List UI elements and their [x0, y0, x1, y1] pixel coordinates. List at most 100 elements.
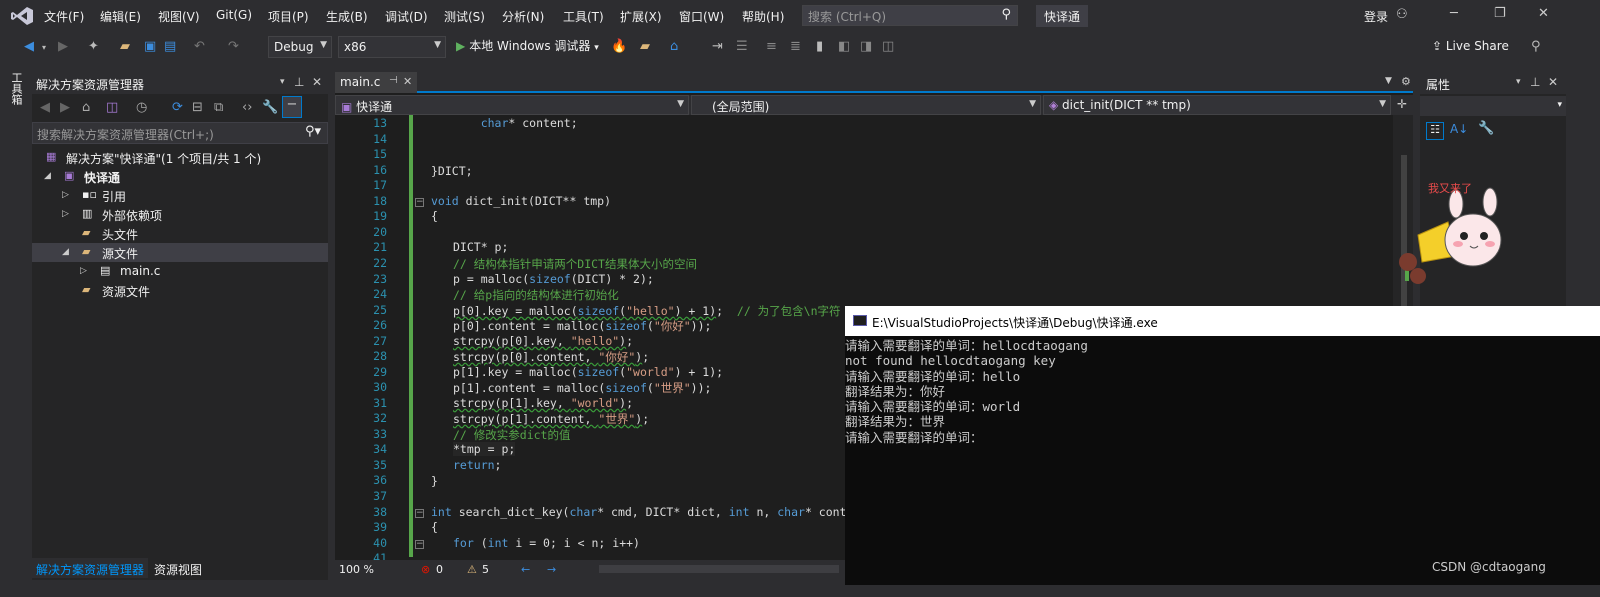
menu-window[interactable]: 窗口(W) [679, 8, 724, 25]
tree-item-solution[interactable]: ▦ 解决方案"快译通"(1 个项目/共 1 个) [32, 148, 328, 167]
uncomment-icon[interactable]: ≣ [790, 39, 801, 54]
step-icon[interactable]: ⇥ [712, 39, 723, 54]
undo-icon[interactable]: ↶ [194, 39, 205, 54]
console-title-bar[interactable]: E:\VisualStudioProjects\快译通\Debug\快译通.ex… [845, 306, 1600, 336]
console-window[interactable]: E:\VisualStudioProjects\快译通\Debug\快译通.ex… [845, 306, 1600, 585]
error-count[interactable]: 0 [436, 563, 443, 576]
switch-views-icon[interactable]: ◫ [106, 100, 118, 115]
prev-bookmark-icon[interactable]: ◧ [838, 39, 850, 54]
menu-help[interactable]: 帮助(H) [742, 8, 784, 25]
tree-item-main-c[interactable]: ▷ ▤ main.c [32, 262, 328, 281]
feedback-icon[interactable]: ⚲ [1531, 39, 1541, 54]
pin-icon[interactable]: ⊣ [389, 75, 398, 86]
tree-item-header-files[interactable]: ▰ 头文件 [32, 224, 328, 243]
member-select[interactable]: ◈ dict_init(DICT ** tmp) ▼ [1043, 95, 1391, 115]
menu-build[interactable]: 生成(B) [326, 8, 368, 25]
menu-tools[interactable]: 工具(T) [563, 8, 604, 25]
menu-view[interactable]: 视图(V) [158, 8, 200, 25]
show-all-files-icon[interactable]: ⧉ [214, 100, 223, 115]
fold-icon[interactable]: − [415, 198, 424, 207]
split-icon[interactable]: ✛ [1397, 97, 1407, 111]
minimize-icon[interactable]: ─ [1450, 6, 1458, 21]
hot-reload-icon[interactable]: 🔥 [611, 39, 627, 54]
preview-selected-icon[interactable]: − [282, 96, 302, 118]
indent-icon[interactable]: ☰ [736, 39, 748, 54]
menu-file[interactable]: 文件(F) [44, 8, 84, 25]
tree-item-references[interactable]: ▷ ▪▫ 引用 [32, 186, 328, 205]
live-share-button[interactable]: ⇪ Live Share [1432, 39, 1509, 53]
warning-count[interactable]: 5 [482, 563, 489, 576]
collapsed-icon[interactable]: ▷ [80, 266, 87, 276]
close-tab-icon[interactable]: ✕ [403, 75, 412, 88]
categorized-icon[interactable]: ☷ [1426, 122, 1444, 140]
menu-git[interactable]: Git(G) [216, 8, 252, 22]
pin-icon[interactable]: ⊥ [1530, 75, 1540, 89]
properties-wrench-icon[interactable]: 🔧 [262, 100, 278, 115]
redo-icon[interactable]: ↷ [228, 39, 239, 54]
solution-search-input[interactable]: 搜索解决方案资源管理器(Ctrl+;) ⚲▾ [32, 122, 328, 144]
close-icon[interactable]: ✕ [1548, 75, 1558, 89]
tab-resource-view[interactable]: 资源视图 [150, 558, 206, 581]
solution-view-icon[interactable]: ⌂ [670, 39, 678, 54]
console-output[interactable]: 请输入需要翻译的单词：hellocdtaogang not found hell… [845, 336, 1600, 585]
next-issue-icon[interactable]: → [547, 563, 556, 576]
search-input[interactable]: 搜索 (Ctrl+Q) ⚲ [802, 5, 1018, 26]
toolbox-tab[interactable]: 工具箱 [8, 72, 24, 105]
menu-project[interactable]: 项目(P) [268, 8, 309, 25]
open-folder-icon[interactable]: ▰ [120, 39, 130, 54]
pending-changes-icon[interactable]: ◷ [136, 100, 147, 115]
collapsed-icon[interactable]: ▷ [62, 190, 69, 200]
fold-icon[interactable]: − [415, 509, 424, 518]
pin-icon[interactable]: ⊥ [294, 75, 304, 89]
tab-solution-explorer[interactable]: 解决方案资源管理器 [32, 558, 149, 578]
forward-icon[interactable]: ▶ [58, 39, 68, 54]
configuration-select[interactable]: Debug ▼ [268, 36, 332, 58]
menu-analyze[interactable]: 分析(N) [502, 8, 544, 25]
zoom-level[interactable]: 100 % [339, 563, 374, 576]
horizontal-scrollbar[interactable] [599, 565, 839, 573]
back-icon[interactable]: ◀ [40, 100, 50, 115]
restore-icon[interactable]: ❐ [1494, 6, 1506, 21]
run-debugger-button[interactable]: ▶ 本地 Windows 调试器 ▾ [456, 37, 599, 54]
bookmark-icon[interactable]: ▮ [816, 39, 823, 54]
object-select[interactable]: ▾ [1420, 96, 1566, 116]
find-in-files-icon[interactable]: ▰ [640, 39, 650, 54]
code-icon[interactable]: ‹› [242, 100, 252, 115]
platform-select[interactable]: x86 ▼ [338, 36, 446, 58]
scope-select[interactable]: (全局范围) ▼ [691, 95, 1041, 115]
prev-issue-icon[interactable]: ← [521, 563, 530, 576]
tree-item-project[interactable]: ◢ ▣ 快译通 [32, 167, 328, 186]
account-icon[interactable]: ⚇ [1396, 7, 1408, 22]
property-pages-icon[interactable]: 🔧 [1478, 121, 1494, 136]
menu-extensions[interactable]: 扩展(X) [620, 8, 662, 25]
alphabetical-icon[interactable]: A↓ [1450, 122, 1468, 136]
tree-item-resource-files[interactable]: ▰ 资源文件 [32, 281, 328, 300]
tree-item-external-deps[interactable]: ▷ ▥ 外部依赖项 [32, 205, 328, 224]
close-window-icon[interactable]: ✕ [1538, 6, 1549, 21]
back-dropdown-icon[interactable]: ▾ [42, 43, 46, 52]
menu-edit[interactable]: 编辑(E) [100, 8, 141, 25]
login-link[interactable]: 登录 [1364, 8, 1388, 25]
tab-list-icon[interactable]: ▼ [1385, 76, 1392, 86]
close-icon[interactable]: ✕ [312, 75, 322, 89]
save-icon[interactable]: ▣ [144, 39, 156, 54]
menu-test[interactable]: 测试(S) [444, 8, 485, 25]
forward-icon[interactable]: ▶ [60, 100, 70, 115]
menu-debug[interactable]: 调试(D) [385, 8, 428, 25]
fold-icon[interactable]: − [415, 540, 424, 549]
clear-bookmarks-icon[interactable]: ◫ [882, 39, 894, 54]
save-all-icon[interactable]: ▤ [164, 39, 176, 54]
sync-icon[interactable]: ⟳ [172, 100, 183, 115]
settings-icon[interactable]: ⚙ [1401, 75, 1411, 88]
tree-item-source-files[interactable]: ◢ ▰ 源文件 [32, 243, 328, 262]
expanded-icon[interactable]: ◢ [44, 171, 51, 181]
dropdown-icon[interactable]: ▾ [1516, 77, 1521, 87]
tab-main-c[interactable]: main.c ⊣ ✕ [335, 72, 417, 93]
dropdown-icon[interactable]: ▾ [280, 77, 285, 87]
collapse-all-icon[interactable]: ⊟ [192, 100, 203, 115]
comment-icon[interactable]: ≡ [766, 39, 777, 54]
next-bookmark-icon[interactable]: ◨ [860, 39, 872, 54]
new-item-icon[interactable]: ✦ [88, 39, 99, 54]
home-icon[interactable]: ⌂ [82, 100, 90, 115]
collapsed-icon[interactable]: ▷ [62, 209, 69, 219]
